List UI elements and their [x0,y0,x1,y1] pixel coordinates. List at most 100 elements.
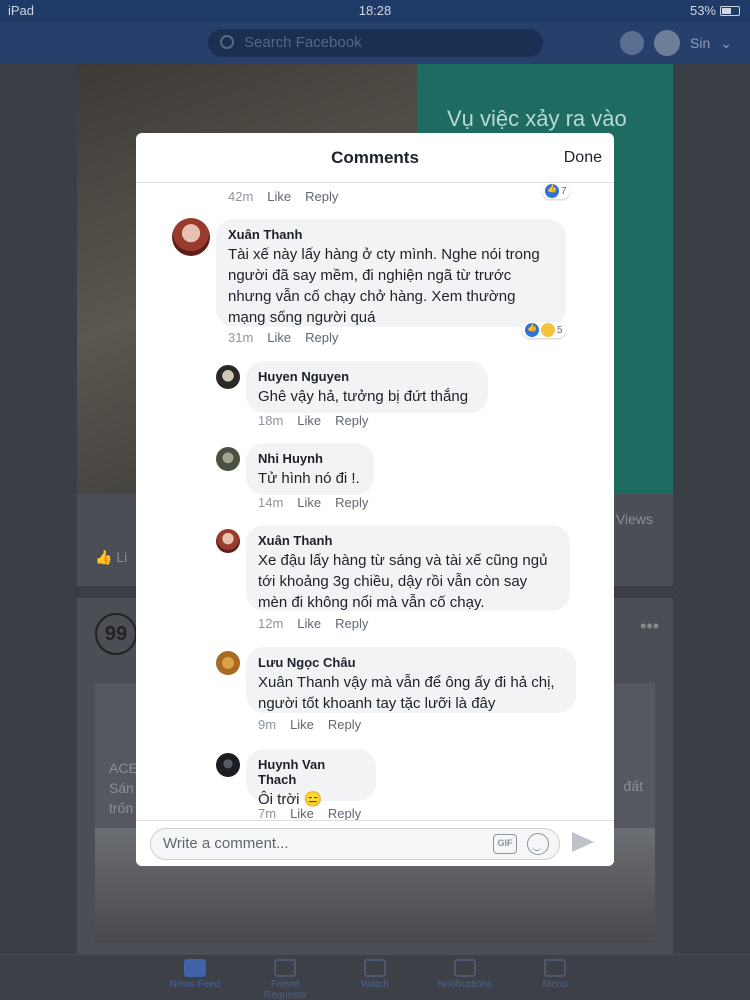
modal-title: Comments [331,148,419,167]
reaction-summary[interactable]: 5 [522,322,566,338]
facebook-header: Search Facebook Sin ⌄ [0,22,750,64]
profile-name[interactable]: Sin [690,35,710,51]
comment-author[interactable]: Xuân Thanh [258,533,558,548]
comment-author[interactable]: Xuân Thanh [228,227,554,242]
comment-meta: 7m Like Reply [258,806,361,820]
comment-bubble: Lưu Ngọc Châu Xuân Thanh vậy mà vẫn để ô… [246,647,576,713]
comment-input-wrapper: GIF [150,828,560,860]
bottom-tab-bar: News Feed Friend Requests Watch Notifica… [0,954,750,1000]
reply-link[interactable]: Reply [335,616,368,631]
like-link[interactable]: Like [267,330,291,345]
header-actions: Sin ⌄ [620,30,732,56]
tab-news-feed[interactable]: News Feed [160,955,230,1000]
like-link[interactable]: Like [290,717,314,732]
comment-time: 14m [258,495,284,510]
comment-meta: 42m Like Reply [228,189,338,204]
comment-meta: 14m Like Reply [258,495,368,510]
modal-header: Comments Done [136,133,614,183]
comment-time: 18m [258,413,284,428]
profile-avatar[interactable] [654,30,681,56]
like-link[interactable]: Like [297,413,321,428]
like-reaction-icon [545,184,559,198]
tab-notifications[interactable]: Notifications [430,955,500,1000]
tab-menu[interactable]: Menu [520,955,590,1000]
menu-icon [544,959,566,977]
friends-icon [274,959,296,977]
comment-meta: 31m Like Reply [228,330,338,345]
comment-time: 42m [228,189,254,204]
like-link[interactable]: Like [297,495,321,510]
comment-author[interactable]: Nhi Huynh [258,451,362,466]
tab-watch[interactable]: Watch [340,955,410,1000]
avatar[interactable] [216,753,240,777]
messenger-icon[interactable] [620,31,645,55]
comment-composer: GIF [136,820,614,866]
comment-bubble: Huyen Nguyen Ghê vậy hả, tưởng bị đứt th… [246,361,488,413]
views-count: Views [615,511,653,527]
battery-icon [720,5,740,16]
send-icon[interactable] [572,832,594,852]
done-button[interactable]: Done [564,149,602,167]
comment-bubble: Xuân Thanh Xe đậu lấy hàng từ sáng và tà… [246,525,570,611]
like-reaction-icon [525,323,539,337]
comment-text: Tử hình nó đi !. [258,470,360,487]
search-icon [220,35,234,49]
comment-input[interactable] [163,835,463,852]
status-bar: iPad 18:28 53% [0,0,750,22]
search-placeholder: Search Facebook [244,34,362,51]
chevron-down-icon[interactable]: ⌄ [720,35,732,52]
reaction-count: 7 [561,185,567,197]
more-options-icon[interactable]: ••• [640,616,659,637]
reaction-summary[interactable]: 7 [542,183,570,199]
avatar[interactable] [216,651,240,675]
shared-post-text: ACE Sán trốn [109,760,138,816]
comment-bubble: Huynh Van Thach Ôi trời 😑 [246,749,376,808]
comment-meta: 12m Like Reply [258,616,368,631]
comment-time: 9m [258,717,277,732]
tab-friend-requests[interactable]: Friend Requests [250,955,320,1000]
comment-text: Xe đậu lấy hàng từ sáng và tài xế cũng n… [258,552,548,611]
comment-time: 31m [228,330,254,345]
like-label: Li [116,549,128,565]
comment-bubble: Xuân Thanh Tài xế này lấy hàng ở cty mìn… [216,219,566,327]
comment-text: Ghê vậy hả, tưởng bị đứt thắng [258,388,469,405]
bell-icon [454,959,476,977]
comment-bubble: Nhi Huynh Tử hình nó đi !. [246,443,374,495]
avatar[interactable] [216,529,240,553]
reply-link[interactable]: Reply [335,413,368,428]
gif-button[interactable]: GIF [493,834,517,854]
like-button[interactable]: 👍 Li [95,549,127,566]
comment-list[interactable]: 42m Like Reply 7 Xuân Thanh Tài xế này l… [136,183,614,820]
battery-status: 53% [690,3,740,18]
battery-percent: 53% [689,3,716,18]
reply-link[interactable]: Reply [328,806,361,820]
post-caption: Vụ việc xảy ra vào [447,106,627,131]
reply-link[interactable]: Reply [328,717,361,732]
comment-meta: 18m Like Reply [258,413,368,428]
comment-text: Xuân Thanh vậy mà vẫn để ông ấy đi hả ch… [258,674,555,712]
comments-modal: Comments Done 42m Like Reply 7 Xuân Than… [136,133,614,866]
news-feed-icon [184,959,206,977]
like-link[interactable]: Like [267,189,291,204]
comment-meta: 9m Like Reply [258,717,361,732]
avatar[interactable] [216,447,240,471]
reply-link[interactable]: Reply [305,189,338,204]
watch-icon [364,959,386,977]
comment-time: 7m [258,806,277,820]
reply-link[interactable]: Reply [305,330,338,345]
sticker-icon[interactable] [527,833,549,855]
wow-reaction-icon [541,323,555,337]
comment-time: 12m [258,616,284,631]
page-logo[interactable]: 99 [95,613,137,655]
search-input[interactable]: Search Facebook [208,29,543,57]
comment-author[interactable]: Huyen Nguyen [258,369,476,384]
avatar[interactable] [172,218,210,256]
like-link[interactable]: Like [297,616,321,631]
reaction-count: 5 [557,324,563,336]
like-link[interactable]: Like [290,806,314,820]
shared-post-text-right: đất [623,778,643,794]
comment-author[interactable]: Lưu Ngọc Châu [258,655,564,670]
avatar[interactable] [216,365,240,389]
comment-author[interactable]: Huynh Van Thach [258,757,364,787]
reply-link[interactable]: Reply [335,495,368,510]
